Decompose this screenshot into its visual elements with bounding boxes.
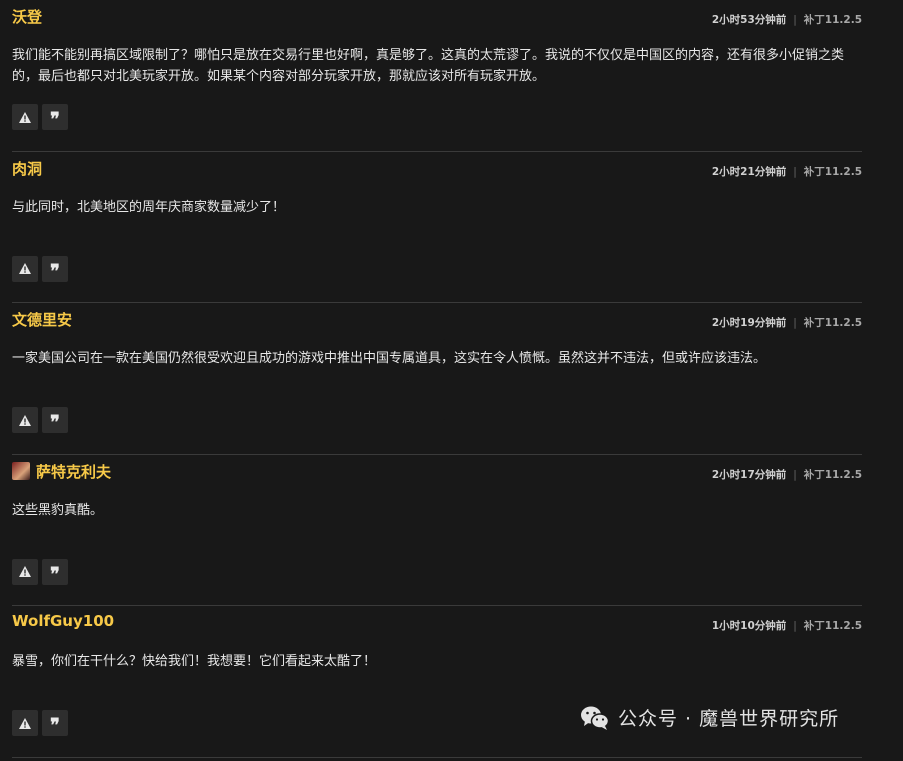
comment-patch: 补丁11.2.5	[803, 620, 862, 632]
comment-actions: ❞	[12, 104, 68, 130]
comment: 文德里安 2小时19分钟前 | 补丁11.2.5 一家美国公司在一款在美国仍然很受欢…	[12, 303, 862, 455]
comment-time: 2小时19分钟前	[711, 317, 787, 329]
wechat-icon	[580, 705, 610, 731]
comment-text: 我们能不能别再搞区域限制了？哪怕只是放在交易行里也好啊，真是够了。这真的太荒谬了…	[12, 48, 845, 84]
comment-author[interactable]: 文德里安	[12, 309, 72, 330]
comment-patch: 补丁11.2.5	[803, 165, 862, 178]
warning-triangle-icon	[19, 111, 31, 123]
warning-triangle-icon	[19, 263, 31, 274]
report-button[interactable]	[12, 104, 38, 130]
quote-icon: ❞	[50, 412, 60, 433]
author-name[interactable]: 肉洞	[12, 158, 42, 179]
avatar[interactable]	[12, 462, 30, 480]
comment-author[interactable]: 肉洞	[12, 158, 42, 179]
comment-actions: ❞	[12, 710, 68, 736]
comment-time: 2小时17分钟前	[711, 468, 787, 481]
comment-time: 2小时53分钟前	[711, 14, 787, 26]
comment-meta: 2小时17分钟前 | 补丁11.2.5	[712, 467, 862, 482]
comment: 肉洞 2小时21分钟前 | 补丁11.2.5 与此同时，北美地区的周年庆商家数量减少…	[12, 152, 862, 303]
comment-meta: 2小时19分钟前 | 补丁11.2.5	[712, 315, 862, 330]
comment-meta: 2小时53分钟前 | 补丁11.2.5	[712, 12, 862, 27]
comment: WolfGuy100 1小时10分钟前 | 补丁11.2.5 暴雪，你们在干什么？快…	[12, 606, 862, 758]
report-button[interactable]	[12, 710, 38, 736]
comment-actions: ❞	[12, 255, 68, 282]
author-name[interactable]: 文德里安	[12, 309, 72, 330]
comment-author[interactable]: WolfGuy100	[12, 612, 114, 630]
warning-triangle-icon	[19, 566, 31, 577]
quote-icon: ❞	[50, 260, 60, 282]
comment-list: 沃登 2小时53分钟前 | 补丁11.2.5 我们能不能别再搞区域限制了？哪怕只是放…	[12, 0, 862, 758]
meta-separator: |	[793, 14, 797, 26]
author-name[interactable]: 沃登	[12, 6, 42, 27]
meta-separator: |	[793, 165, 797, 178]
comment-text: 这些黑豹真酷。	[12, 502, 104, 518]
comment-actions: ❞	[12, 558, 68, 585]
quote-button[interactable]: ❞	[42, 104, 68, 130]
comment-author[interactable]: 沃登	[12, 6, 42, 27]
comment-time: 2小时21分钟前	[711, 165, 787, 178]
quote-button[interactable]: ❞	[42, 407, 68, 433]
comment-text: 与此同时，北美地区的周年庆商家数量减少了！	[12, 199, 286, 215]
comment-text: 一家美国公司在一款在美国仍然很受欢迎且成功的游戏中推出中国专属道具，这实在令人愤…	[12, 351, 767, 366]
comment-patch: 补丁11.2.5	[803, 317, 862, 329]
report-button[interactable]	[12, 255, 38, 282]
comment-meta: 2小时21分钟前 | 补丁11.2.5	[712, 164, 862, 179]
comment: 沃登 2小时53分钟前 | 补丁11.2.5 我们能不能别再搞区域限制了？哪怕只是放…	[12, 0, 862, 152]
quote-icon: ❞	[50, 563, 60, 585]
report-button[interactable]	[12, 558, 38, 585]
quote-button[interactable]: ❞	[42, 558, 68, 585]
author-name[interactable]: 萨特克利夫	[36, 461, 111, 482]
meta-separator: |	[793, 468, 797, 481]
quote-button[interactable]: ❞	[42, 255, 68, 282]
comment-author[interactable]: 萨特克利夫	[12, 461, 111, 482]
comment-meta: 1小时10分钟前 | 补丁11.2.5	[712, 618, 862, 633]
quote-icon: ❞	[50, 715, 60, 736]
watermark-text: 公众号 · 魔兽世界研究所	[618, 708, 840, 730]
comment: 萨特克利夫 2小时17分钟前 | 补丁11.2.5 这些黑豹真酷。 ❞	[12, 455, 862, 606]
quote-button[interactable]: ❞	[42, 710, 68, 736]
warning-triangle-icon	[19, 414, 31, 426]
comment-actions: ❞	[12, 407, 68, 433]
warning-triangle-icon	[19, 717, 31, 729]
comment-text: 暴雪，你们在干什么？快给我们！我想要！它们看起来太酷了！	[12, 654, 377, 669]
quote-icon: ❞	[50, 109, 60, 130]
comment-patch: 补丁11.2.5	[803, 468, 862, 481]
meta-separator: |	[793, 620, 797, 632]
watermark: 公众号 · 魔兽世界研究所	[580, 704, 839, 731]
meta-separator: |	[793, 317, 797, 329]
comment-time: 1小时10分钟前	[711, 620, 787, 632]
comment-patch: 补丁11.2.5	[803, 14, 862, 26]
report-button[interactable]	[12, 407, 38, 433]
author-name[interactable]: WolfGuy100	[12, 612, 114, 630]
